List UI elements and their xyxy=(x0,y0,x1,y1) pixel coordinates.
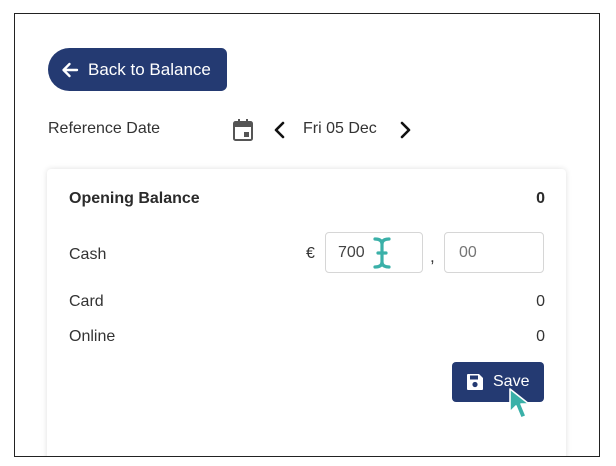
decimal-separator: , xyxy=(430,247,435,266)
card-value: 0 xyxy=(536,293,545,310)
reference-date-row: Reference Date Fri 05 Dec xyxy=(48,114,468,146)
text-cursor-icon xyxy=(373,237,391,269)
opening-balance-card: Opening Balance 0 Cash € , Card 0 Online… xyxy=(47,169,566,456)
hand-pointer-icon xyxy=(509,388,530,419)
floppy-disk-icon xyxy=(467,374,483,390)
cash-label: Cash xyxy=(69,246,107,263)
arrow-left-icon xyxy=(62,62,79,77)
online-label: Online xyxy=(69,328,116,345)
app-frame: Back to Balance Reference Date Fri 05 De… xyxy=(14,13,600,457)
back-button-label: Back to Balance xyxy=(88,59,211,79)
opening-balance-value: 0 xyxy=(536,190,545,207)
online-value: 0 xyxy=(536,328,545,345)
calendar-icon[interactable] xyxy=(232,118,254,142)
opening-balance-label: Opening Balance xyxy=(69,190,200,207)
cash-decimals-input[interactable] xyxy=(444,232,544,273)
back-to-balance-button[interactable]: Back to Balance xyxy=(48,48,227,91)
chevron-left-icon[interactable] xyxy=(269,119,291,141)
chevron-right-icon[interactable] xyxy=(394,119,416,141)
reference-date-value: Fri 05 Dec xyxy=(303,120,377,137)
reference-date-label: Reference Date xyxy=(48,120,161,137)
currency-symbol: € xyxy=(306,245,315,262)
card-label: Card xyxy=(69,293,104,310)
